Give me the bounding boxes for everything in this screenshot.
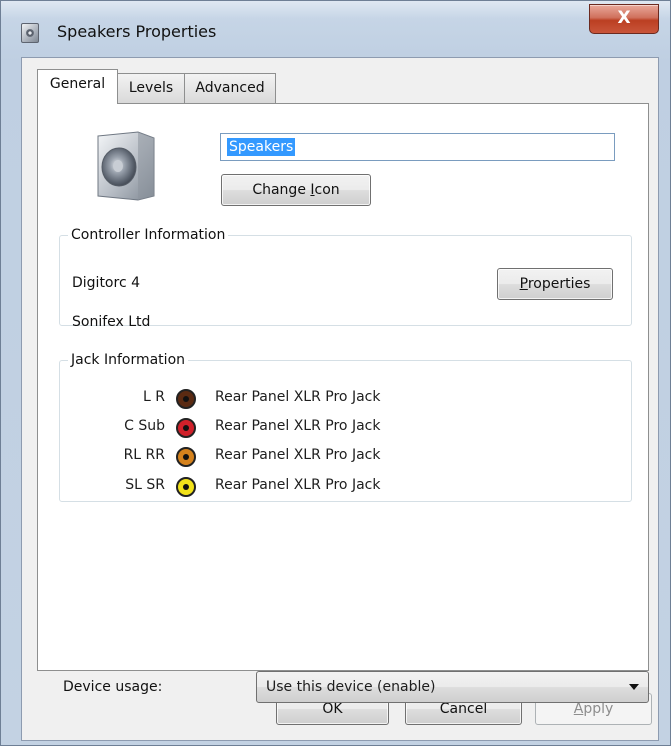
device-usage-label: Device usage: [63,679,163,695]
change-icon-button[interactable]: Change Icon [221,174,371,206]
apply-label-end: pply [583,701,614,717]
jack-color-icon [176,447,196,467]
general-tab-panel: Speakers Change Icon Controller Informat… [37,103,649,703]
jack-row: L R Rear Panel XLR Pro Jack [60,386,500,414]
tab-general[interactable]: General [37,69,118,104]
properties-label-end: roperties [527,276,591,292]
jack-channels: L R [143,389,165,405]
window-title: Speakers Properties [57,22,217,41]
jack-row: SL SR Rear Panel XLR Pro Jack [60,474,500,502]
jack-color-icon [176,418,196,438]
change-icon-label-end: con [314,182,340,198]
dialog-body: General Levels Advanced Speakers Change … [21,57,659,741]
apply-accel: A [573,701,584,717]
jack-description: Rear Panel XLR Pro Jack [215,418,381,434]
jack-description: Rear Panel XLR Pro Jack [215,389,381,405]
jack-channels: C Sub [124,418,165,434]
device-name-input[interactable]: Speakers [220,133,615,161]
title-bar[interactable]: Speakers Properties X [1,1,670,57]
tab-advanced[interactable]: Advanced [184,73,276,103]
device-name-value: Speakers [227,138,296,156]
jack-color-icon [176,477,196,497]
speaker-icon [97,131,155,201]
speakers-properties-window: Speakers Properties X General Levels Adv… [0,0,671,746]
jack-description: Rear Panel XLR Pro Jack [215,477,381,493]
device-usage-value: Use this device (enable) [266,679,436,695]
controller-name: Digitorc 4 [72,275,141,291]
jack-row: RL RR Rear Panel XLR Pro Jack [60,444,500,472]
change-icon-label-start: Change [252,182,311,198]
jack-channels: SL SR [125,477,165,493]
jack-channels: RL RR [123,447,165,463]
speaker-properties-icon [21,23,39,43]
properties-accel: P [519,276,528,292]
close-button[interactable]: X [589,4,659,34]
device-usage-select[interactable]: Use this device (enable) [256,671,649,703]
jack-color-icon [176,389,196,409]
controller-vendor: Sonifex Ltd [72,314,151,330]
controller-properties-button[interactable]: Properties [497,268,613,300]
jack-information-legend: Jack Information [71,352,186,368]
dropdown-arrow-icon[interactable] [629,684,639,690]
jack-row: C Sub Rear Panel XLR Pro Jack [60,415,500,443]
jack-description: Rear Panel XLR Pro Jack [215,447,381,463]
tab-levels[interactable]: Levels [117,73,185,103]
controller-information-legend: Controller Information [71,227,226,243]
